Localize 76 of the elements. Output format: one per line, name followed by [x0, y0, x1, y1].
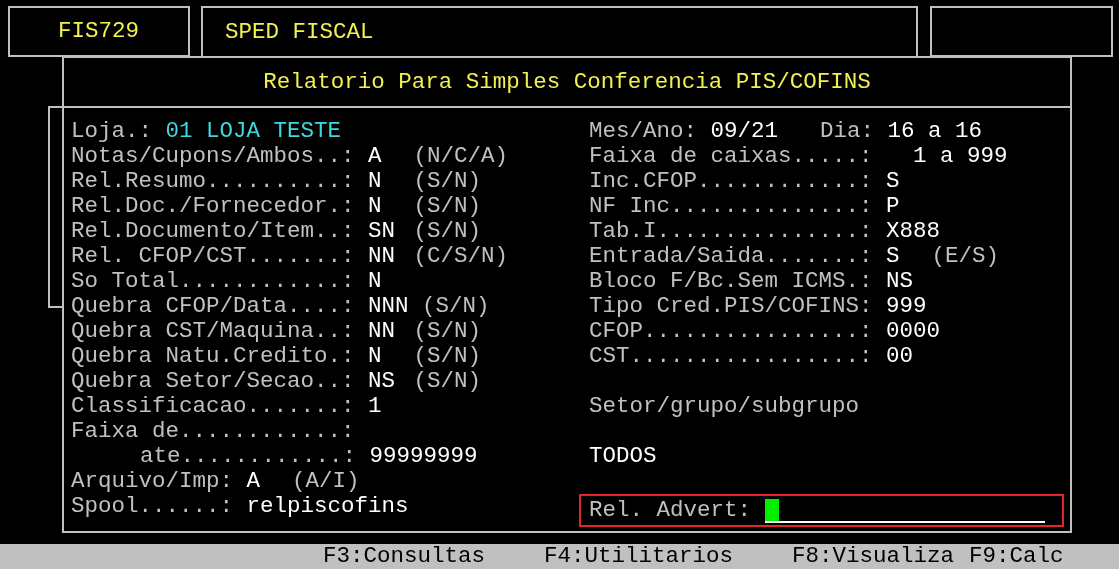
field-hint: (S/N) [413, 194, 482, 219]
field-value[interactable]: NS [886, 269, 919, 294]
field-hint: (S/N) [413, 219, 482, 244]
field-value[interactable]: 1 [368, 394, 401, 419]
field-hint: (N/C/A) [413, 144, 509, 169]
field-label: Inc.CFOP............: [589, 169, 873, 194]
field-value[interactable]: A [246, 469, 279, 494]
field-label: Faixa de caixas.....: [589, 144, 873, 169]
text-cursor [765, 498, 780, 521]
field-label: CST.................: [589, 344, 873, 369]
field-value[interactable]: A [368, 144, 401, 169]
field-value[interactable]: N [368, 194, 401, 219]
field-label: Bloco F/Bc.Sem ICMS.: [589, 269, 873, 294]
field-label: Entrada/Saida.......: [589, 244, 873, 269]
field-label: ate............: [140, 444, 357, 469]
field-label: Quebra CST/Maquina..: [71, 319, 355, 344]
field-value[interactable]: 09/21 [710, 119, 807, 144]
field-value[interactable]: NS [368, 369, 401, 394]
function-key[interactable]: F9:Calc [969, 544, 1064, 569]
field-label: CFOP................: [589, 319, 873, 344]
field-value[interactable]: SN [368, 219, 401, 244]
field-label: Quebra CFOP/Data....: [71, 294, 355, 319]
field-label: Rel.Doc./Fornecedor.: [71, 194, 355, 219]
field-label: Rel.Resumo..........: [71, 169, 355, 194]
field-label: So Total............: [71, 269, 355, 294]
field-value[interactable]: X888 [886, 219, 941, 244]
field-label: Faixa de............: [71, 419, 355, 444]
field-label: NF Inc..............: [589, 194, 873, 219]
field-value[interactable]: NN [368, 319, 401, 344]
field-value[interactable]: 999 [886, 294, 927, 319]
field-value[interactable]: S [886, 169, 919, 194]
field-value[interactable]: P [886, 194, 919, 219]
field-label: Quebra Natu.Credito.: [71, 344, 355, 369]
field-value[interactable]: N [368, 169, 401, 194]
field-value[interactable]: NNN [368, 294, 409, 319]
section-label: Setor/grupo/subgrupo [589, 394, 860, 419]
program-code: FIS729 [58, 19, 139, 44]
field-hint: (S/N) [413, 369, 482, 394]
field-label: Rel.Documento/Item..: [71, 219, 355, 244]
function-key[interactable]: F3:Consultas [323, 544, 486, 569]
field-label: Spool......: [71, 494, 234, 519]
field-value[interactable]: NN [368, 244, 401, 269]
field-value: 01 LOJA TESTE [165, 119, 342, 144]
input-field[interactable] [765, 498, 1046, 523]
field-hint: (S/N) [413, 169, 482, 194]
field-label: Arquivo/Imp: [71, 469, 234, 494]
function-key[interactable]: F8:Visualiza [792, 544, 955, 569]
field-hint: (S/N) [422, 294, 490, 319]
field-value[interactable]: N [368, 269, 401, 294]
field-hint: (A/I) [292, 469, 360, 494]
field-value[interactable]: relpiscofins [246, 494, 409, 519]
field-value: TODOS [589, 444, 657, 469]
field-hint: (S/N) [413, 344, 482, 369]
field-label: Tipo Cred.PIS/COFINS: [589, 294, 873, 319]
field-label: Mes/Ano: [589, 119, 698, 144]
field-value[interactable]: N [368, 344, 401, 369]
field-value[interactable]: 1 a 999 [886, 144, 1008, 169]
field-value[interactable]: 99999999 [369, 444, 478, 469]
function-key[interactable]: F4:Utilitarios [544, 544, 734, 569]
field-value[interactable]: 0000 [886, 319, 941, 344]
field-label: Rel. CFOP/CST.......: [71, 244, 355, 269]
field-hint: (S/N) [413, 319, 482, 344]
field-label: Classificacao.......: [71, 394, 355, 419]
field-label: Quebra Setor/Secao..: [71, 369, 355, 394]
field-label: Tab.I...............: [589, 219, 873, 244]
field-value[interactable]: 00 [886, 344, 919, 369]
field-hint: (E/S) [931, 244, 1000, 269]
field-label: Rel. Advert: [589, 498, 752, 523]
field-value[interactable]: 16 a 16 [887, 119, 983, 144]
field-value[interactable]: S [886, 244, 919, 269]
window-title: SPED FISCAL [225, 20, 374, 45]
field-hint: (C/S/N) [413, 244, 509, 269]
field-label: Dia: [820, 119, 875, 144]
field-label: Notas/Cupons/Ambos..: [71, 144, 355, 169]
dialog-title: Relatorio Para Simples Conferencia PIS/COFINS [263, 69, 871, 95]
field-label: Loja.: [71, 119, 152, 144]
